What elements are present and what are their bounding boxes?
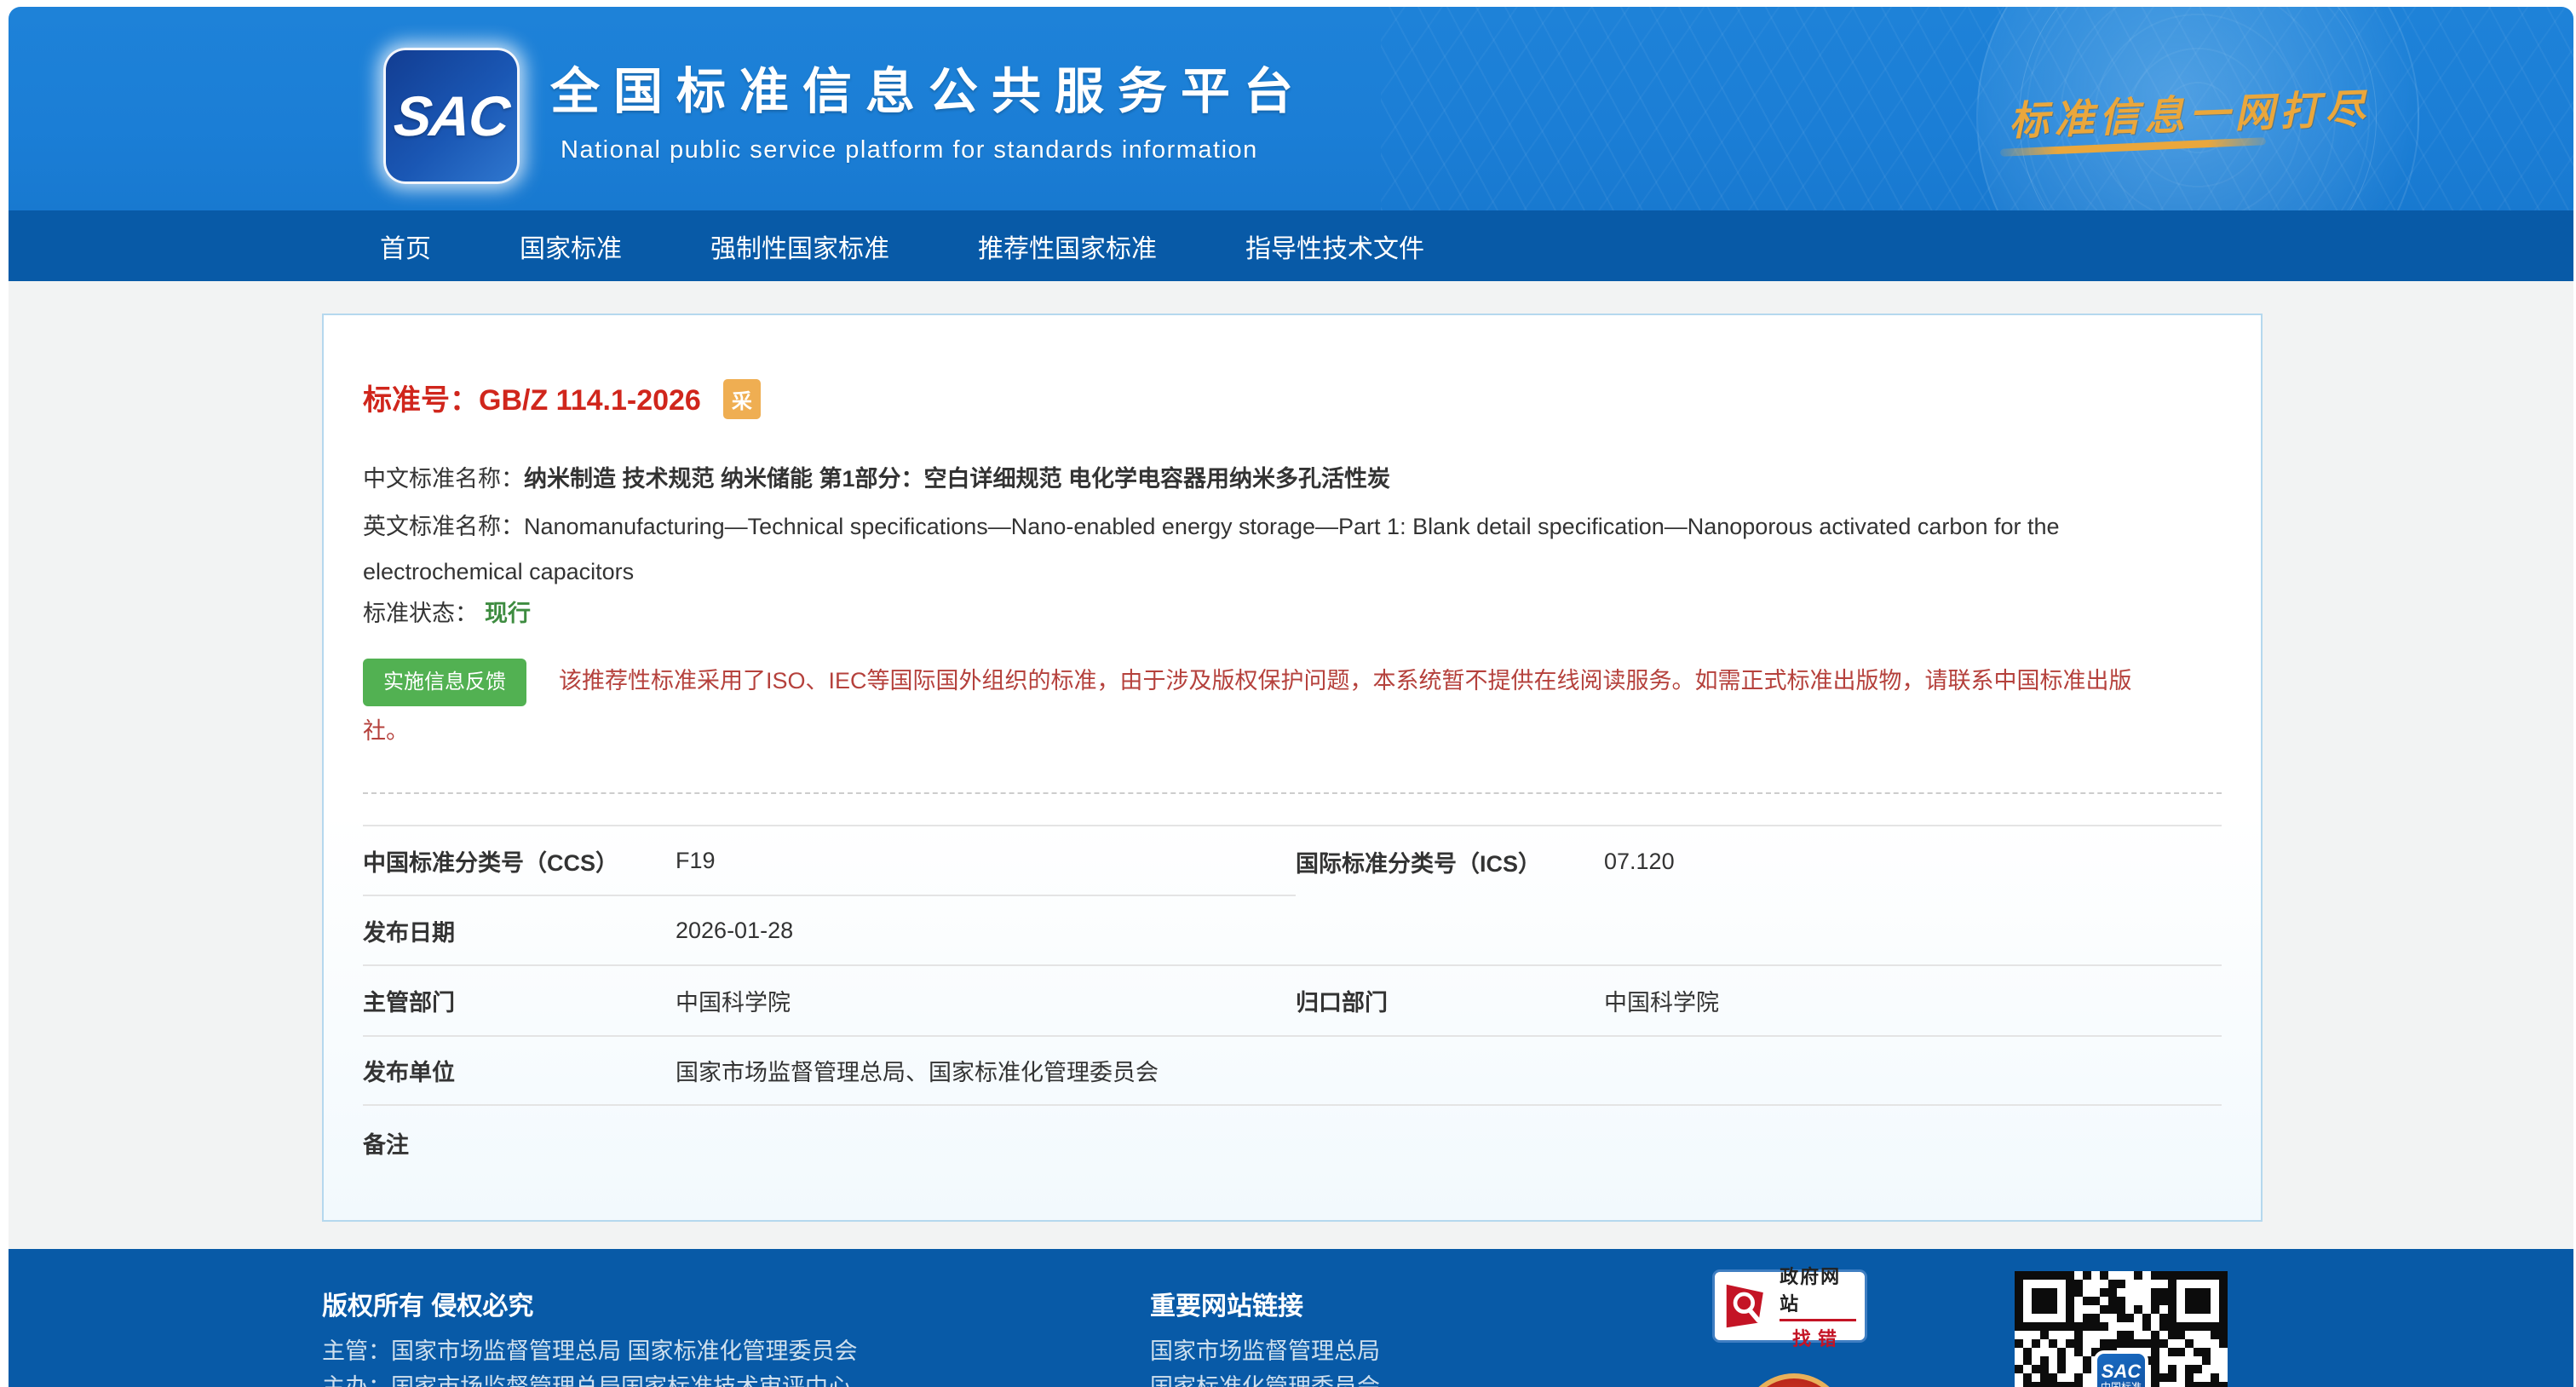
qr-logo-cn-text: 中国标准	[2101, 1381, 2142, 1387]
footer-copyright-title: 版权所有 侵权必究	[322, 1285, 533, 1322]
slogan-text: 标准信息一网打尽	[2008, 76, 2371, 147]
standard-number-label: 标准号：	[363, 384, 479, 417]
competent-dept-value: 中国科学院	[676, 984, 791, 1017]
nav-item-guiding-documents[interactable]: 指导性技术文件	[1245, 227, 1424, 265]
status-value: 现行	[485, 601, 531, 626]
table-row-classification: 中国标准分类号（CCS） F19 国际标准分类号（ICS） 07.120	[363, 826, 2222, 896]
cn-name-label: 中文标准名称：	[363, 466, 524, 492]
standard-number-value: GB/Z 114.1-2026	[479, 384, 701, 417]
nav-item-recommended-standards[interactable]: 推荐性国家标准	[978, 227, 1157, 265]
centralized-dept-label: 归口部门	[1296, 984, 1604, 1017]
ccs-label: 中国标准分类号（CCS）	[363, 844, 676, 878]
footer-organizer-line: 主办：国家市场监督管理总局国家标准技术审评中心	[322, 1368, 851, 1387]
table-row-issuing-unit: 发布单位 国家市场监督管理总局、国家标准化管理委员会	[363, 1037, 2222, 1106]
gov-site-error-report-badge[interactable]: 政府网站 找错	[1712, 1269, 1867, 1343]
footer-links-title: 重要网站链接	[1150, 1285, 1303, 1322]
site-subtitle: National public service platform for sta…	[561, 136, 1258, 164]
cn-name-value: 纳米制造 技术规范 纳米储能 第1部分：空白详细规范 电化学电容器用纳米多孔活性…	[524, 466, 1390, 492]
ics-label: 国际标准分类号（ICS）	[1296, 845, 1604, 878]
table-row-publish-date: 发布日期 2026-01-28	[363, 896, 2222, 966]
sac-logo-text: SAC	[391, 83, 511, 148]
footer-supervisor-line: 主管：国家市场监督管理总局 国家标准化管理委员会	[322, 1332, 858, 1366]
qr-code: SAC 中国标准	[2015, 1271, 2228, 1387]
page-body: 标准号：GB/Z 114.1-2026 采 中文标准名称：纳米制造 技术规范 纳米…	[9, 281, 2573, 1249]
footer-link-sac[interactable]: 国家标准化管理委员会	[1150, 1368, 1380, 1387]
table-row-departments: 主管部门 中国科学院 归口部门 中国科学院	[363, 966, 2222, 1037]
competent-dept-label: 主管部门	[363, 984, 676, 1017]
site-title: 全国标准信息公共服务平台	[550, 51, 1307, 123]
publish-date-label: 发布日期	[363, 914, 676, 947]
en-name-value: Nanomanufacturing—Technical specificatio…	[363, 514, 2060, 584]
site-footer: 版权所有 侵权必究 主管：国家市场监督管理总局 国家标准化管理委员会 主办：国家…	[9, 1249, 2573, 1387]
ics-cell: 国际标准分类号（ICS） 07.120	[1296, 826, 2222, 896]
nav-item-mandatory-standards[interactable]: 强制性国家标准	[710, 227, 889, 265]
error-report-badge-text: 政府网站 找错	[1780, 1262, 1856, 1351]
standard-detail-card: 标准号：GB/Z 114.1-2026 采 中文标准名称：纳米制造 技术规范 纳米…	[322, 314, 2263, 1222]
status-row: 标准状态： 现行	[363, 595, 531, 628]
ics-value: 07.120	[1604, 849, 1675, 875]
main-nav: 首页 国家标准 强制性国家标准 推荐性国家标准 指导性技术文件	[9, 210, 2573, 281]
nav-item-national-standards[interactable]: 国家标准	[520, 227, 622, 265]
qr-logo-sac-text: SAC	[2102, 1362, 2141, 1381]
error-report-flag-icon	[1723, 1280, 1773, 1332]
publish-date-cell: 发布日期 2026-01-28	[363, 896, 1296, 964]
site-header: SAC 全国标准信息公共服务平台 National public service…	[9, 7, 2573, 210]
centralized-dept-value: 中国科学院	[1604, 984, 1719, 1017]
copyright-notice-text: 该推荐性标准采用了ISO、IEC等国际国外组织的标准，由于涉及版权保护问题，本系…	[363, 668, 2132, 744]
competent-dept-cell: 主管部门 中国科学院	[363, 966, 1296, 1035]
issuing-unit-value: 国家市场监督管理总局、国家标准化管理委员会	[676, 1054, 1159, 1087]
error-report-badge-line1: 政府网站	[1780, 1262, 1856, 1316]
error-report-badge-divider	[1780, 1319, 1856, 1321]
adopted-badge: 采	[723, 379, 761, 419]
cn-name-row: 中文标准名称：纳米制造 技术规范 纳米储能 第1部分：空白详细规范 电化学电容器…	[363, 460, 1390, 493]
issuing-unit-label: 发布单位	[363, 1054, 676, 1087]
copyright-notice-row: 实施信息反馈该推荐性标准采用了ISO、IEC等国际国外组织的标准，由于涉及版权保…	[363, 656, 2169, 756]
qr-center-sac-logo: SAC 中国标准	[2094, 1350, 2148, 1387]
table-row-remark: 备注	[363, 1106, 2222, 1220]
ccs-cell: 中国标准分类号（CCS） F19	[363, 826, 1296, 896]
en-name-row: 英文标准名称：Nanomanufacturing—Technical speci…	[363, 504, 2126, 595]
gov-seal-badge	[1741, 1373, 1847, 1387]
standard-number-row: 标准号：GB/Z 114.1-2026 采	[363, 377, 761, 423]
sac-logo[interactable]: SAC	[383, 48, 520, 184]
issuing-unit-cell: 发布单位 国家市场监督管理总局、国家标准化管理委员会	[363, 1037, 2222, 1104]
centralized-dept-cell: 归口部门 中国科学院	[1296, 966, 2222, 1035]
footer-link-samr[interactable]: 国家市场监督管理总局	[1150, 1332, 1380, 1366]
dashed-divider	[363, 792, 2222, 794]
standard-info-table: 中国标准分类号（CCS） F19 国际标准分类号（ICS） 07.120 发布日…	[363, 825, 2222, 1220]
error-report-badge-line2: 找错	[1792, 1324, 1843, 1351]
ccs-value: F19	[676, 848, 716, 874]
en-name-label: 英文标准名称：	[363, 514, 524, 539]
implementation-feedback-button[interactable]: 实施信息反馈	[363, 659, 526, 706]
status-label: 标准状态：	[363, 601, 478, 626]
remark-label: 备注	[363, 1126, 676, 1160]
publish-date-value: 2026-01-28	[676, 918, 793, 944]
nav-item-home[interactable]: 首页	[380, 227, 431, 265]
